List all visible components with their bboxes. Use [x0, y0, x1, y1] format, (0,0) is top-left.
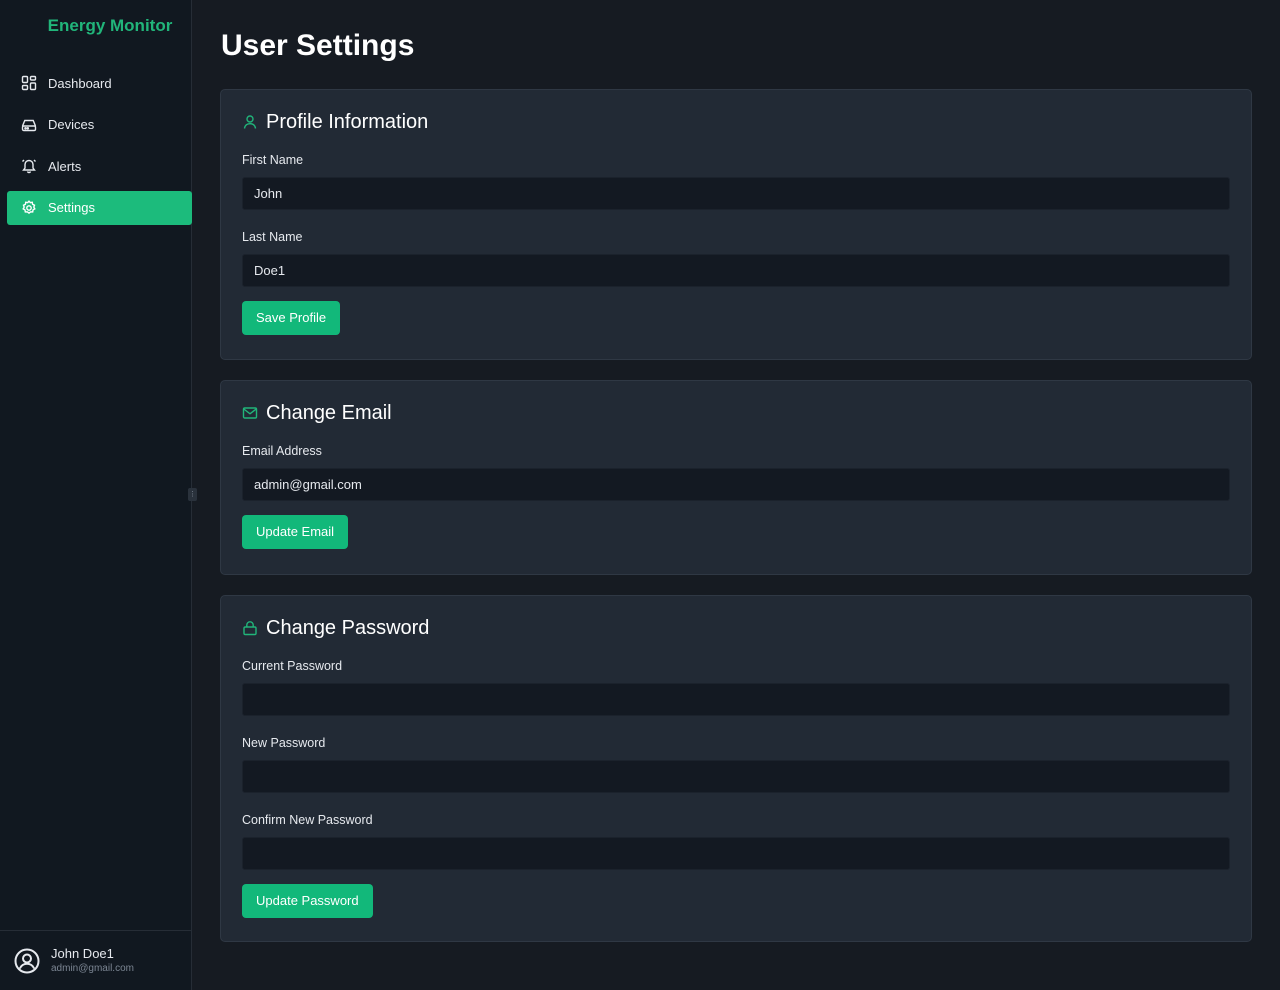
sidebar-resize-handle[interactable]: ⋮: [188, 488, 197, 501]
save-profile-button[interactable]: Save Profile: [242, 301, 341, 335]
sidebar-nav: Dashboard Devices Alerts Settings: [7, 66, 192, 232]
sidebar-item-label: Dashboard: [48, 75, 112, 91]
sidebar-item-label: Settings: [48, 200, 95, 215]
new-password-input[interactable]: [242, 760, 1230, 793]
confirm-password-label: Confirm New Password: [242, 813, 373, 827]
gear-icon: [21, 199, 37, 216]
confirm-password-input[interactable]: [242, 837, 1230, 870]
email-address-input[interactable]: [242, 468, 1230, 501]
sidebar-item-label: Alerts: [48, 158, 82, 174]
current-password-label: Current Password: [242, 659, 343, 673]
last-name-label: Last Name: [242, 230, 303, 244]
first-name-input[interactable]: [242, 177, 1230, 210]
user-icon: [242, 114, 258, 130]
user-circle-icon: [14, 948, 40, 974]
user-name: John Doe1: [51, 945, 114, 961]
update-email-button[interactable]: Update Email: [242, 515, 349, 549]
sidebar-item-devices[interactable]: Devices: [7, 108, 192, 142]
profile-card-title: Profile Information: [242, 110, 1230, 134]
bell-icon: [21, 158, 37, 174]
user-panel[interactable]: John Doe1 admin@gmail.com: [0, 930, 192, 990]
device-drive-icon: [21, 117, 37, 133]
email-title-text: Change Email: [266, 401, 392, 424]
sidebar-item-settings[interactable]: Settings: [7, 190, 192, 225]
email-address-label: Email Address: [242, 444, 322, 458]
update-password-button[interactable]: Update Password: [242, 884, 373, 918]
password-title-text: Change Password: [266, 616, 430, 639]
sidebar-item-label: Devices: [48, 117, 95, 132]
dashboard-grid-icon: [21, 75, 37, 91]
new-password-label: New Password: [242, 736, 326, 750]
profile-card: Profile Information First Name Last Name…: [220, 89, 1252, 360]
current-password-input[interactable]: [242, 683, 1230, 716]
last-name-input[interactable]: [242, 254, 1230, 287]
sidebar: Energy Monitor Dashboard Devices Alerts …: [0, 0, 192, 990]
email-card: Change Email Email Address Update Email: [220, 380, 1252, 575]
password-card-title: Change Password: [242, 616, 1230, 640]
lock-icon: [242, 620, 258, 636]
sidebar-item-alerts[interactable]: Alerts: [7, 149, 192, 183]
page-title: User Settings: [221, 29, 415, 62]
first-name-label: First Name: [242, 153, 304, 167]
sidebar-item-dashboard[interactable]: Dashboard: [7, 66, 192, 100]
brand-title: Energy Monitor: [47, 16, 173, 35]
user-email: admin@gmail.com: [51, 962, 134, 974]
password-card: Change Password Current Password New Pas…: [220, 595, 1252, 942]
mail-icon: [242, 405, 258, 421]
profile-title-text: Profile Information: [266, 110, 429, 133]
user-info: John Doe1 admin@gmail.com: [51, 946, 134, 976]
email-card-title: Change Email: [242, 401, 1230, 425]
